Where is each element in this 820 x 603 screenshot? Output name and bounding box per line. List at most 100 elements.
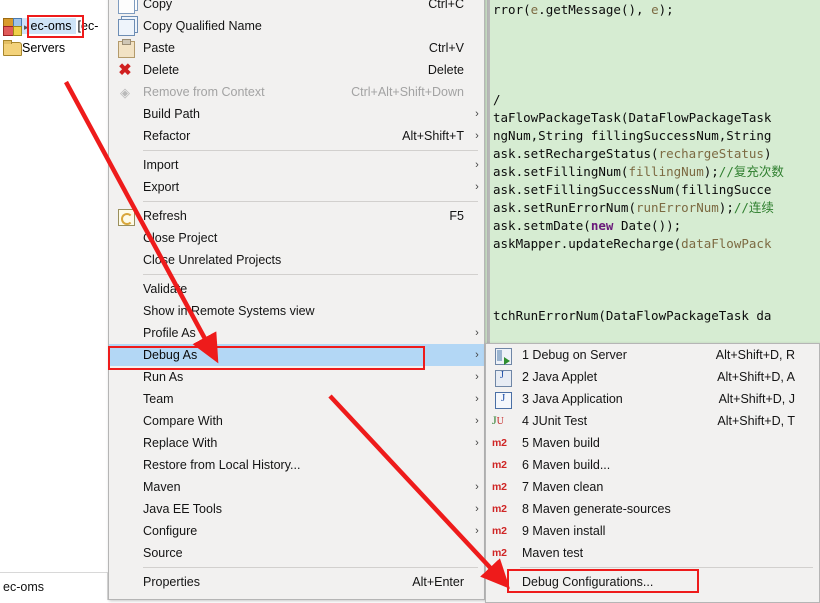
menu-item-label: Paste [143,41,175,55]
menu-item-close-unrelated-projects[interactable]: Close Unrelated Projects [109,249,484,271]
menu-item-build-path[interactable]: Build Path › [109,103,484,125]
menu-item-properties[interactable]: Properties Alt+Enter [109,571,484,593]
menu-item-9-maven-install[interactable]: m2 9 Maven install [486,520,819,542]
chevron-right-icon: › [475,415,479,427]
menu-item-label: Export [143,180,180,194]
menu-item-label: Close Project [143,231,218,245]
menu-item-no-icon [111,412,143,430]
menu-item-5-maven-build[interactable]: m2 5 Maven build [486,432,819,454]
chevron-right-icon: › [475,349,479,361]
debug-server-icon [488,346,522,365]
menu-item-label: 5 Maven build [522,436,600,450]
chevron-right-icon: › [475,393,479,405]
chevron-right-icon: › [475,547,479,559]
code-line: tchRunErrorNum(DataFlowPackageTask da [493,308,772,323]
explorer-bottom-tab[interactable]: ec-oms [0,572,108,600]
menu-item-label: 8 Maven generate-sources [522,502,671,516]
menu-item-refactor[interactable]: Refactor Alt+Shift+T › [109,125,484,147]
menu-item-no-icon [111,544,143,562]
maven-icon: m2 [492,459,507,471]
menu-item-label: 4 JUnit Test [522,414,588,428]
code-line: ask.setmDate(new Date()); [493,218,682,233]
menu-item-shortcut: Alt+Shift+T [402,129,464,143]
menu-item-no-icon [111,280,143,298]
menu-item-4-junit-test[interactable]: JU 4 JUnit Test Alt+Shift+D, T [486,410,819,432]
menu-item-copy[interactable]: Copy Ctrl+C [109,0,484,15]
chevron-right-icon: › [475,108,479,120]
menu-item-replace-with[interactable]: Replace With › [109,432,484,454]
menu-item-label: Source [143,546,183,560]
code-line: taFlowPackageTask(DataFlowPackageTask [493,110,772,125]
menu-item-profile-as[interactable]: Profile As › [109,322,484,344]
menu-item-shortcut: Ctrl+V [428,41,464,55]
menu-item-close-project[interactable]: Close Project [109,227,484,249]
menu-item-no-icon [111,127,143,145]
menu-item-copy-qualified-name[interactable]: Copy Qualified Name [109,15,484,37]
chevron-right-icon: › [475,525,479,537]
debug-as-highlight-box [108,346,425,370]
context-menu[interactable]: Copy Ctrl+C Copy Qualified Name Paste Ctrl+V… [108,0,485,600]
java-applet-icon [488,368,522,387]
chevron-right-icon: › [475,130,479,142]
menu-item-label: Build Path [143,107,200,121]
menu-item-label: Compare With [143,414,223,428]
refresh-icon [111,207,143,226]
debug-as-submenu[interactable]: 1 Debug on Server Alt+Shift+D, R 2 Java Ap… [485,343,820,603]
menu-item-compare-with[interactable]: Compare With › [109,410,484,432]
remove-from-context-icon: ◈ [120,85,130,100]
menu-item-label: Restore from Local History... [143,458,301,472]
menu-separator [143,567,478,568]
menu-item-label: 6 Maven build... [522,458,611,472]
menu-item-restore-from-local-history[interactable]: Restore from Local History... [109,454,484,476]
code-line: rror(e.getMessage(), e); [493,2,674,17]
paste-icon [111,39,143,58]
menu-item-export[interactable]: Export › [109,176,484,198]
menu-item-maven[interactable]: Maven › [109,476,484,498]
menu-separator [143,274,478,275]
menu-item-label: Close Unrelated Projects [143,253,282,267]
menu-item-shortcut: Ctrl+Alt+Shift+Down [351,85,464,99]
project-name-highlight-box [27,15,84,38]
menu-item-label: Validate [143,282,188,296]
menu-item-source[interactable]: Source › [109,542,484,564]
menu-item-7-maven-clean[interactable]: m2 7 Maven clean [486,476,819,498]
menu-item-configure[interactable]: Configure › [109,520,484,542]
package-explorer[interactable]: ▸ ec-oms [ec- Servers [0,0,109,572]
delete-icon: ✖ [118,62,132,79]
maven-icon: m2 [492,525,507,537]
menu-item-maven-test[interactable]: m2 Maven test [486,542,819,564]
menu-item-label: Team [143,392,174,406]
copy-qualified-icon [111,17,143,36]
menu-item-3-java-application[interactable]: 3 Java Application Alt+Shift+D, J [486,388,819,410]
menu-item-show-in-remote-systems-view[interactable]: Show in Remote Systems view [109,300,484,322]
menu-item-6-maven-build[interactable]: m2 6 Maven build... [486,454,819,476]
code-line: ask.setRechargeStatus(rechargeStatus) [493,146,772,161]
menu-item-delete[interactable]: ✖ Delete Delete [109,59,484,81]
menu-item-label: Profile As [143,326,196,340]
code-line: / [493,92,501,107]
tree-item-servers[interactable]: Servers [0,38,108,58]
menu-item-no-icon [111,229,143,247]
menu-item-import[interactable]: Import › [109,154,484,176]
menu-item-label: Maven [143,480,181,494]
menu-item-shortcut: F5 [449,209,464,223]
menu-item-label: Import [143,158,179,172]
menu-item-1-debug-on-server[interactable]: 1 Debug on Server Alt+Shift+D, R [486,344,819,366]
maven-icon: m2 [492,503,507,515]
menu-item-label: Maven test [522,546,584,560]
menu-item-label: 9 Maven install [522,524,606,538]
menu-item-2-java-applet[interactable]: 2 Java Applet Alt+Shift+D, A [486,366,819,388]
maven-icon: m2 [492,437,507,449]
menu-item-validate[interactable]: Validate [109,278,484,300]
code-line: ask.setFillingSuccessNum(fillingSucce [493,182,772,197]
debug-configurations-highlight-box [507,569,699,593]
menu-item-java-ee-tools[interactable]: Java EE Tools › [109,498,484,520]
menu-item-refresh[interactable]: Refresh F5 [109,205,484,227]
menu-item-label: Configure [143,524,198,538]
menu-item-label: Show in Remote Systems view [143,304,315,318]
menu-item-shortcut: Alt+Shift+D, R [715,348,795,362]
menu-item-team[interactable]: Team › [109,388,484,410]
menu-item-8-maven-generate-sources[interactable]: m2 8 Maven generate-sources [486,498,819,520]
menu-item-label: 3 Java Application [522,392,623,406]
menu-item-paste[interactable]: Paste Ctrl+V [109,37,484,59]
